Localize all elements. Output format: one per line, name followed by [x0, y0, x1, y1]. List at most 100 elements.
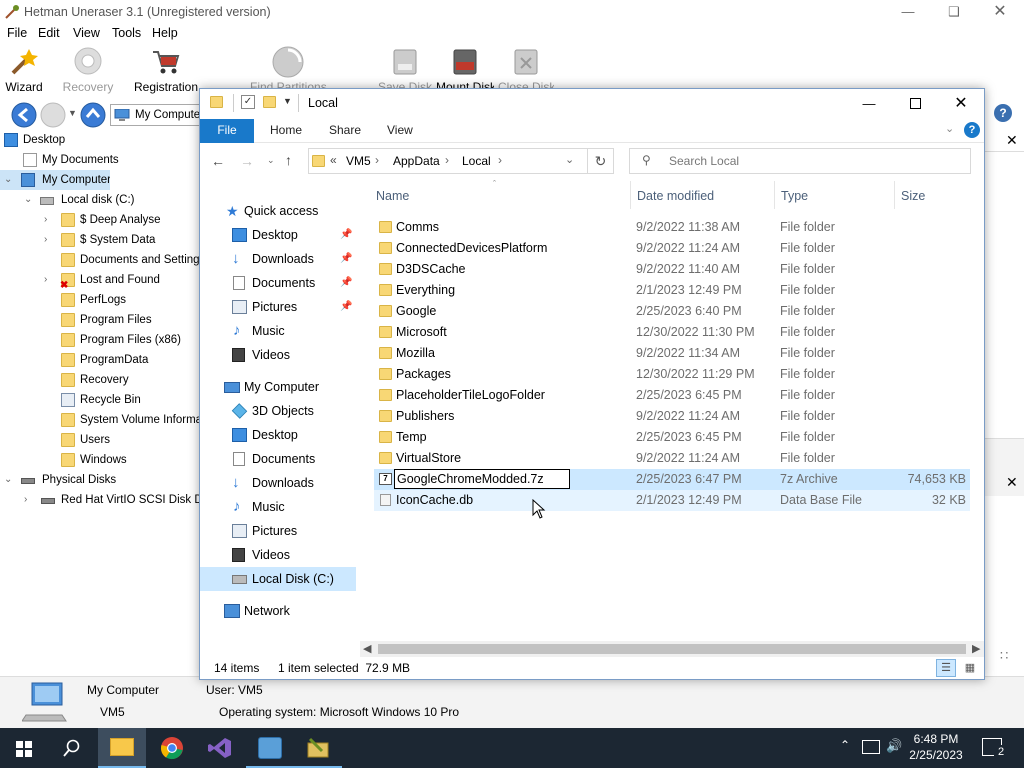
scroll-right-icon[interactable]: ▶ [972, 642, 980, 655]
large-icons-view-icon[interactable]: ▦ [960, 659, 980, 677]
nav-item-3d-objects[interactable]: 3D Objects [200, 399, 356, 423]
recovery-button[interactable]: Recovery [60, 44, 116, 94]
hetman-minimize-button[interactable]: — [888, 2, 928, 22]
taskbar-app-blue[interactable] [246, 728, 294, 768]
hetman-help-icon[interactable]: ? [994, 104, 1012, 122]
nav-item-music[interactable]: ♪ Music [200, 319, 356, 343]
file-row[interactable]: Everything 2/1/2023 12:49 PM File folder [374, 280, 970, 301]
history-dropdown-icon[interactable]: ▼ [68, 108, 78, 118]
rename-input[interactable]: GoogleChromeModded.7z [394, 469, 570, 489]
tree-item-my-computer[interactable]: ⌄ My Computer [0, 170, 110, 190]
nav-item-music-2[interactable]: ♪ Music [200, 495, 356, 519]
wizard-button[interactable]: Wizard [4, 44, 44, 94]
network-status-icon[interactable] [862, 740, 880, 754]
properties-checkbox-icon[interactable]: ✓ [241, 95, 255, 109]
nav-item-pictures[interactable]: Pictures 📌 [200, 295, 356, 319]
pin-icon[interactable]: 📌 [340, 295, 352, 319]
file-row[interactable]: ConnectedDevicesPlatform 9/2/2022 11:24 A… [374, 238, 970, 259]
up-arrow-icon[interactable]: ↑ [285, 152, 292, 168]
pin-icon[interactable]: 📌 [340, 271, 352, 295]
nav-item-videos-2[interactable]: Videos [200, 543, 356, 567]
address-dropdown-icon[interactable]: ⌄ [565, 153, 574, 166]
explorer-maximize-button[interactable] [892, 91, 938, 117]
collapse-arrow-icon[interactable]: ⌄ [24, 190, 34, 210]
breadcrumb-local[interactable]: Local [462, 154, 491, 168]
scroll-left-icon[interactable]: ◀ [363, 642, 371, 655]
breadcrumb-vm5[interactable]: VM5 [346, 154, 371, 168]
menu-tools[interactable]: Tools [112, 26, 141, 40]
registration-button[interactable]: Registration [134, 44, 198, 94]
file-row[interactable]: D3DSCache 9/2/2022 11:40 AM File folder [374, 259, 970, 280]
tree-item-lost-found[interactable]: › ✖ Lost and Found [0, 270, 200, 290]
tab-file[interactable]: File [200, 119, 254, 143]
tree-item-desktop[interactable]: Desktop [0, 130, 200, 150]
menu-help[interactable]: Help [152, 26, 178, 40]
file-row[interactable]: Mozilla 9/2/2022 11:34 AM File folder [374, 343, 970, 364]
horizontal-scrollbar[interactable]: ◀ ▶ [360, 641, 984, 657]
menu-view[interactable]: View [73, 26, 100, 40]
nav-item-downloads-2[interactable]: ↓ Downloads [200, 471, 356, 495]
file-row[interactable]: PlaceholderTileLogoFolder 2/25/2023 6:45 … [374, 385, 970, 406]
column-header-size[interactable]: Size [901, 189, 925, 203]
panel-close-icon[interactable]: ✕ [1006, 474, 1018, 491]
tree-item-programdata[interactable]: ProgramData [0, 350, 200, 370]
up-arrow-icon[interactable] [80, 102, 106, 128]
explorer-minimize-button[interactable]: — [846, 91, 892, 117]
nav-item-pictures-2[interactable]: Pictures [200, 519, 356, 543]
tree-item-program-files[interactable]: Program Files [0, 310, 200, 330]
tree-item-windows[interactable]: Windows [0, 450, 200, 470]
tree-item-local-disk[interactable]: ⌄ Local disk (C:) [0, 190, 200, 210]
taskbar-chrome[interactable] [148, 728, 196, 768]
breadcrumb-appdata[interactable]: AppData [393, 154, 440, 168]
refresh-button[interactable]: ↻ [588, 148, 614, 174]
taskbar-hetman-uneraser[interactable] [294, 728, 342, 768]
column-header-type[interactable]: Type [781, 189, 808, 203]
column-header-date[interactable]: Date modified [637, 189, 714, 203]
nav-item-quick-access[interactable]: ★ Quick access [200, 199, 356, 223]
tree-item-deep-analyse[interactable]: › $ Deep Analyse [0, 210, 200, 230]
tree-item-redhat-disk[interactable]: › Red Hat VirtIO SCSI Disk Dev [0, 490, 200, 510]
nav-item-videos[interactable]: Videos [200, 343, 356, 367]
file-row-selected[interactable]: 7 GoogleChromeModded.7z 2/25/2023 6:47 P… [374, 469, 970, 490]
nav-item-desktop[interactable]: Desktop 📌 [200, 223, 356, 247]
help-icon[interactable]: ? [964, 122, 980, 138]
start-button[interactable] [0, 728, 48, 768]
forward-arrow-icon[interactable]: → [240, 153, 254, 169]
expand-arrow-icon[interactable]: › [44, 270, 54, 290]
back-arrow-icon[interactable] [11, 102, 37, 128]
tree-item-system-data[interactable]: › $ System Data [0, 230, 200, 250]
address-overflow[interactable]: « [330, 153, 337, 167]
nav-item-documents-2[interactable]: Documents [200, 447, 356, 471]
nav-item-downloads[interactable]: ↓ Downloads 📌 [200, 247, 356, 271]
file-row[interactable]: Temp 2/25/2023 6:45 PM File folder [374, 427, 970, 448]
file-row[interactable]: IconCache.db 2/1/2023 12:49 PM Data Base… [374, 490, 970, 511]
file-row[interactable]: VirtualStore 9/2/2022 11:24 AM File folder [374, 448, 970, 469]
back-arrow-icon[interactable]: ← [211, 153, 225, 169]
expand-arrow-icon[interactable]: › [24, 490, 34, 510]
quick-access-dropdown-icon[interactable]: ▼ [283, 96, 292, 106]
save-disk-button[interactable]: Save Disk [378, 44, 432, 94]
tab-view[interactable]: View [387, 123, 413, 137]
file-row[interactable]: Microsoft 12/30/2022 11:30 PM File folder [374, 322, 970, 343]
pin-icon[interactable]: 📌 [340, 247, 352, 271]
collapse-arrow-icon[interactable]: ⌄ [4, 170, 14, 190]
search-input[interactable]: ⚲ Search Local [629, 148, 971, 174]
taskbar-visual-studio[interactable] [196, 728, 244, 768]
view-options-icon[interactable]: ∷ [1000, 648, 1016, 664]
scrollbar-thumb[interactable] [378, 644, 966, 654]
search-button[interactable] [48, 728, 96, 768]
system-clock[interactable]: 6:48 PM 2/25/2023 [900, 731, 972, 763]
column-header-name[interactable]: Name [376, 189, 409, 203]
expand-ribbon-icon[interactable]: ⌄ [945, 122, 954, 135]
close-disk-button[interactable]: Close Disk [498, 44, 554, 94]
notification-icon[interactable]: 2 [982, 738, 1008, 759]
nav-item-desktop-2[interactable]: Desktop [200, 423, 356, 447]
forward-arrow-icon[interactable] [40, 102, 66, 128]
file-row[interactable]: Publishers 9/2/2022 11:24 AM File folder [374, 406, 970, 427]
tree-item-documents-settings[interactable]: Documents and Settings [0, 250, 200, 270]
panel-close-icon[interactable]: ✕ [1006, 132, 1018, 149]
show-hidden-icons-icon[interactable]: ⌃ [840, 738, 850, 752]
mount-disk-button[interactable]: Mount Disk [436, 44, 494, 94]
tab-share[interactable]: Share [329, 123, 361, 137]
details-view-icon[interactable]: ☰ [936, 659, 956, 677]
